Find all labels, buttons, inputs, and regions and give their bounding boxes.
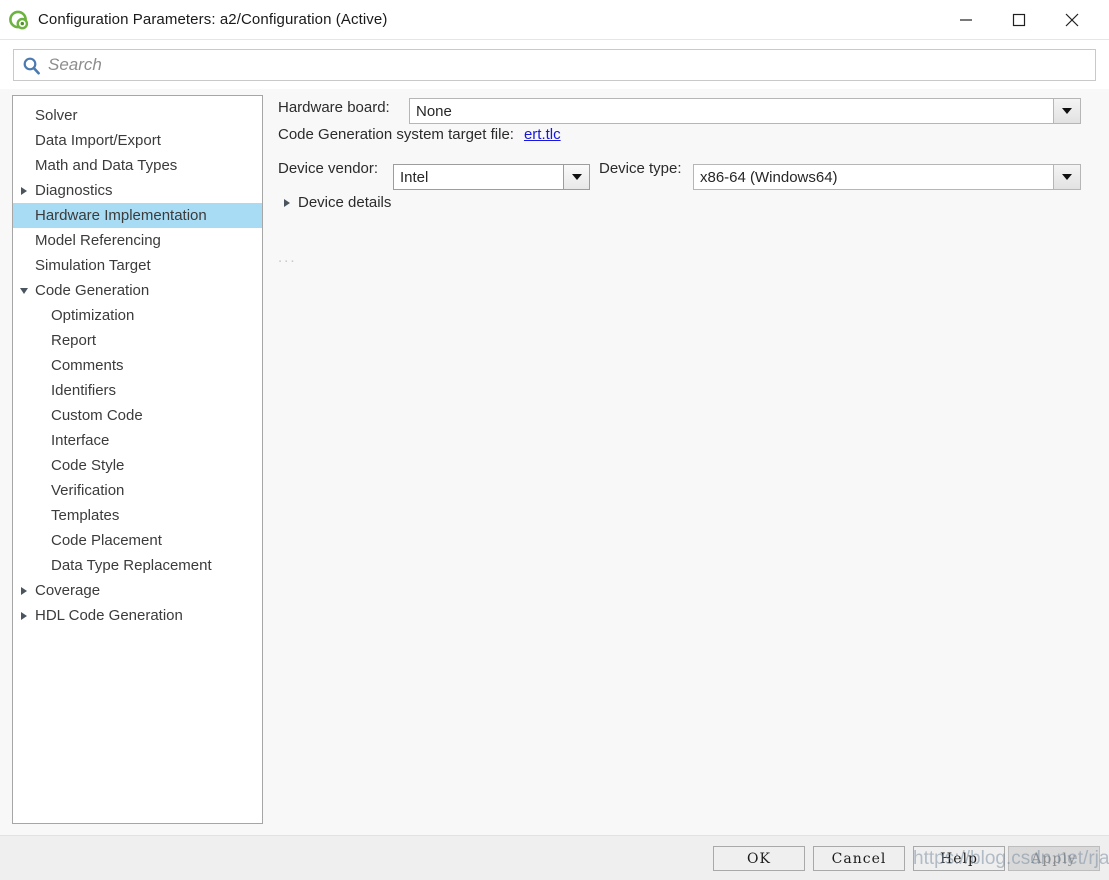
- chevron-right-icon[interactable]: [13, 586, 35, 595]
- device-details-label: Device details: [298, 194, 392, 211]
- tree-item-label: Custom Code: [51, 407, 143, 424]
- close-button[interactable]: [1049, 0, 1095, 40]
- tree-item-optimization[interactable]: Optimization: [13, 303, 262, 328]
- tree-item-solver[interactable]: Solver: [13, 103, 262, 128]
- chevron-right-icon[interactable]: [276, 198, 298, 207]
- device-vendor-value: Intel: [400, 168, 429, 186]
- tree-item-code-style[interactable]: Code Style: [13, 453, 262, 478]
- tree-item-hdl-code-generation[interactable]: HDL Code Generation: [13, 603, 262, 628]
- device-vendor-row: Device vendor:: [278, 160, 378, 177]
- tree-item-label: Data Type Replacement: [51, 557, 212, 574]
- tree-item-verification[interactable]: Verification: [13, 478, 262, 503]
- tree-item-label: Simulation Target: [35, 257, 151, 274]
- minimize-button[interactable]: [943, 0, 989, 40]
- ok-button[interactable]: OK: [713, 846, 805, 871]
- window-title: Configuration Parameters: a2/Configurati…: [38, 11, 388, 28]
- tree-item-math-and-data-types[interactable]: Math and Data Types: [13, 153, 262, 178]
- tree-item-comments[interactable]: Comments: [13, 353, 262, 378]
- tree-item-label: Interface: [51, 432, 110, 449]
- tree-item-label: Diagnostics: [35, 182, 113, 199]
- chevron-down-icon[interactable]: [1053, 165, 1080, 189]
- device-type-label: Device type:: [599, 160, 682, 177]
- tree-item-label: HDL Code Generation: [35, 607, 183, 624]
- detail-panel: Hardware board: None Code Generation sys…: [264, 89, 1109, 835]
- tree-item-model-referencing[interactable]: Model Referencing: [13, 228, 262, 253]
- tree-item-diagnostics[interactable]: Diagnostics: [13, 178, 262, 203]
- tree-item-custom-code[interactable]: Custom Code: [13, 403, 262, 428]
- hardware-board-label: Hardware board:: [278, 99, 390, 116]
- device-type-dropdown[interactable]: x86-64 (Windows64): [693, 164, 1081, 190]
- hardware-board-dropdown[interactable]: None: [409, 98, 1081, 124]
- chevron-right-icon[interactable]: [13, 611, 35, 620]
- tree-item-data-import-export[interactable]: Data Import/Export: [13, 128, 262, 153]
- tree-item-label: Code Placement: [51, 532, 162, 549]
- tree-item-label: Coverage: [35, 582, 101, 599]
- maximize-button[interactable]: [996, 0, 1042, 40]
- target-file-link[interactable]: ert.tlc: [524, 126, 561, 143]
- tree-item-data-type-replacement[interactable]: Data Type Replacement: [13, 553, 262, 578]
- settings-tree[interactable]: Solver Data Import/Export Math and Data Ty…: [12, 95, 263, 824]
- footer-bar: OK Cancel Help Apply: [0, 835, 1109, 880]
- tree-item-coverage[interactable]: Coverage: [13, 578, 262, 603]
- tree-item-simulation-target[interactable]: Simulation Target: [13, 253, 262, 278]
- search-icon: [14, 50, 48, 80]
- device-vendor-dropdown[interactable]: Intel: [393, 164, 590, 190]
- tree-item-label: Identifiers: [51, 382, 117, 399]
- tree-item-label: Model Referencing: [35, 232, 161, 249]
- hardware-board-value: None: [416, 102, 452, 120]
- tree-item-label: Code Style: [51, 457, 125, 474]
- tree-item-label: Solver: [35, 107, 78, 124]
- tree-item-label: Comments: [51, 357, 124, 374]
- chevron-right-icon[interactable]: [13, 186, 35, 195]
- content-ellipsis: ...: [278, 249, 297, 266]
- device-details-expander[interactable]: Device details: [276, 194, 391, 211]
- chevron-down-icon[interactable]: [13, 287, 35, 294]
- content-area: Solver Data Import/Export Math and Data Ty…: [0, 89, 1109, 835]
- cancel-button[interactable]: Cancel: [813, 846, 905, 871]
- tree-item-label: Code Generation: [35, 282, 150, 299]
- tree-item-label: Optimization: [51, 307, 135, 324]
- tree-item-identifiers[interactable]: Identifiers: [13, 378, 262, 403]
- device-type-value: x86-64 (Windows64): [700, 168, 838, 186]
- device-type-row: Device type:: [599, 160, 682, 177]
- search-bar: Search: [0, 41, 1109, 89]
- tree-item-hardware-implementation[interactable]: Hardware Implementation: [13, 203, 262, 228]
- search-placeholder: Search: [48, 55, 102, 74]
- title-bar: Configuration Parameters: a2/Configurati…: [0, 0, 1109, 40]
- hardware-board-row: Hardware board:: [278, 99, 390, 116]
- tree-item-label: Math and Data Types: [35, 157, 178, 174]
- tree-item-code-placement[interactable]: Code Placement: [13, 528, 262, 553]
- tree-item-label: Verification: [51, 482, 125, 499]
- tree-item-label: Data Import/Export: [35, 132, 161, 149]
- tree-item-report[interactable]: Report: [13, 328, 262, 353]
- tree-item-interface[interactable]: Interface: [13, 428, 262, 453]
- device-vendor-label: Device vendor:: [278, 160, 379, 177]
- help-button[interactable]: Help: [913, 846, 1005, 871]
- simulink-logo-icon: [9, 10, 29, 30]
- chevron-down-icon[interactable]: [1053, 99, 1080, 123]
- search-input[interactable]: Search: [13, 49, 1096, 81]
- tree-item-code-generation[interactable]: Code Generation: [13, 278, 262, 303]
- tree-item-label: Templates: [51, 507, 120, 524]
- tree-item-label: Report: [51, 332, 97, 349]
- chevron-down-icon[interactable]: [563, 165, 589, 189]
- tree-item-label: Hardware Implementation: [35, 207, 207, 224]
- target-file-row: Code Generation system target file: ert.…: [278, 126, 561, 143]
- apply-button: Apply: [1008, 846, 1100, 871]
- target-file-label: Code Generation system target file:: [278, 126, 514, 143]
- tree-item-templates[interactable]: Templates: [13, 503, 262, 528]
